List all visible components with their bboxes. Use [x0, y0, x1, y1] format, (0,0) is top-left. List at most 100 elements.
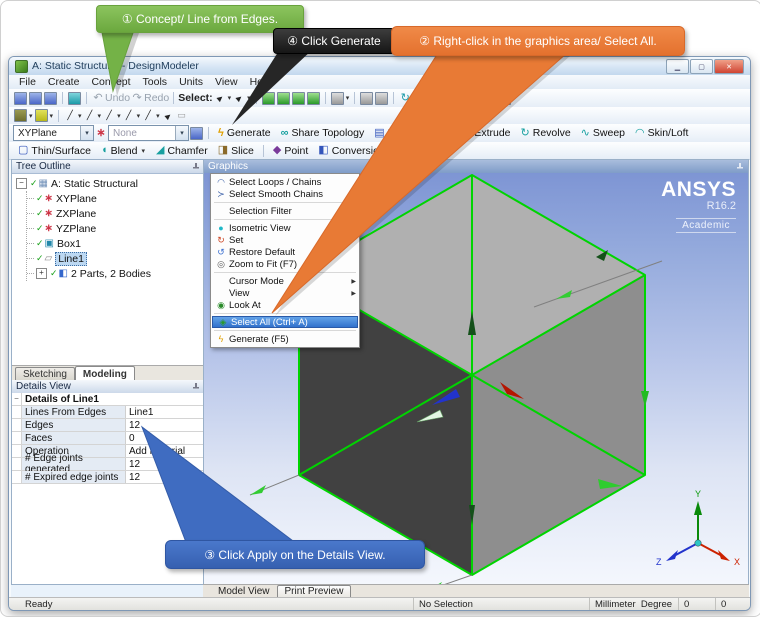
save-as-icon[interactable]	[44, 92, 57, 105]
zoom-in-icon[interactable]: ⊕	[426, 91, 440, 105]
context-menu-item-generate[interactable]: ϟ Generate (F5)	[211, 333, 359, 345]
context-menu-item-look-at[interactable]: ◉ Look At	[211, 299, 359, 311]
box-zoom-icon[interactable]: ◎	[454, 91, 468, 105]
share-topology-button[interactable]: ∞ Share Topology	[276, 125, 370, 141]
image-capture-icon[interactable]	[68, 92, 81, 105]
edge-type1-caret-icon[interactable]: ▾	[78, 112, 82, 120]
details-row-expired-edge-joints[interactable]: # Expired edge joints 12	[12, 471, 204, 484]
undo-button[interactable]: Undo	[105, 92, 130, 104]
edge-type3-pencil-icon[interactable]: ╱	[102, 109, 116, 123]
conversion-button[interactable]: ◧ Conversion	[313, 143, 390, 159]
new-sketch-icon[interactable]	[14, 92, 27, 105]
tab-sketching[interactable]: Sketching	[15, 367, 75, 381]
close-button[interactable]: ✕	[714, 59, 744, 74]
context-menu-item-isometric-view[interactable]: ● Isometric View	[211, 222, 359, 234]
context-menu-item-cursor-mode[interactable]: Cursor Mode ▶	[211, 275, 359, 287]
menu-file[interactable]: File	[13, 76, 42, 88]
tree-item-zxplane[interactable]: ✓ ∗ ZXPlane	[27, 206, 204, 221]
edge-type4-pencil-icon[interactable]: ╱	[122, 109, 136, 123]
menu-concept[interactable]: Concept	[85, 76, 136, 88]
details-row-lines-from-edges[interactable]: Lines From Edges Line1	[12, 406, 204, 419]
context-menu-item-select-loops[interactable]: ◠ Select Loops / Chains	[211, 176, 359, 188]
select-cursor-icon[interactable]: ►	[229, 88, 249, 108]
slice-button[interactable]: ◨ Slice	[213, 143, 259, 159]
context-menu-item-select-smooth[interactable]: ≻ Select Smooth Chains	[211, 188, 359, 200]
generate-button[interactable]: ϟ Generate	[213, 125, 276, 141]
pin-icon[interactable]	[192, 383, 200, 391]
thin-surface-button[interactable]: ▢ Thin/Surface	[13, 143, 96, 159]
edge-type2-caret-icon[interactable]: ▾	[98, 112, 102, 120]
tree-item-parts-bodies[interactable]: + ✓ ◧ 2 Parts, 2 Bodies	[27, 266, 204, 281]
edge-type1-pencil-icon[interactable]: ╱	[63, 109, 77, 123]
save-icon[interactable]	[29, 92, 42, 105]
tree-item-box1[interactable]: ✓ ▣ Box1	[27, 236, 204, 251]
title-bar[interactable]: A: Static Structural - DesignModeler ▁ ▢…	[9, 57, 750, 75]
pin-icon[interactable]	[192, 163, 200, 171]
revolve-button[interactable]: ↻ Revolve	[516, 125, 576, 141]
edge-type5-pencil-icon[interactable]: ╱	[141, 109, 155, 123]
minimize-button[interactable]: ▁	[666, 59, 689, 74]
details-group-row[interactable]: − Details of Line1	[12, 393, 204, 406]
tab-model-view[interactable]: Model View	[211, 586, 277, 598]
face-coloring-icon[interactable]	[35, 109, 48, 122]
context-menu-item-set[interactable]: ↻ Set	[211, 234, 359, 246]
tree-item-yzplane[interactable]: ✓ ∗ YZPlane	[27, 221, 204, 236]
menu-units[interactable]: Units	[173, 76, 209, 88]
edge-type3-caret-icon[interactable]: ▾	[117, 112, 121, 120]
blend-button[interactable]: ◖ Blend ▾	[96, 143, 151, 159]
details-row-edge-joints-generated[interactable]: # Edge joints generated 12	[12, 458, 204, 471]
context-menu-item-restore-default[interactable]: ↺ Restore Default	[211, 246, 359, 258]
rotate-icon[interactable]: ↻	[398, 91, 412, 105]
adjacency-caret-icon[interactable]: ▾	[346, 94, 350, 102]
graphics-viewport[interactable]: Y X Z ANSYS R16.2 Academic ◠ Select Loop…	[204, 173, 748, 584]
face-coloring-caret-icon[interactable]: ▾	[50, 112, 54, 120]
chamfer-button[interactable]: ◢ Chamfer	[151, 143, 213, 159]
adjacency-filter-icon[interactable]	[331, 92, 344, 105]
tab-modeling[interactable]: Modeling	[75, 366, 135, 381]
sketch-select[interactable]: None ▾	[108, 125, 189, 141]
menu-view[interactable]: View	[209, 76, 244, 88]
plane-select[interactable]: XYPlane ▾	[13, 125, 94, 141]
edge-filter-icon[interactable]	[277, 92, 290, 105]
tree-item-static-structural[interactable]: − ✓ ▦ A: Static Structural	[16, 176, 204, 191]
pin-icon[interactable]	[736, 163, 744, 171]
collapse-icon[interactable]: −	[16, 178, 27, 189]
context-menu-item-select-all[interactable]: ◈ Select All (Ctrl+ A)	[212, 316, 358, 328]
new-sketch-button-icon[interactable]	[190, 127, 203, 140]
select-mode-cursor-icon[interactable]: ►	[210, 88, 230, 108]
pan-icon[interactable]: ⊕	[412, 91, 426, 105]
body-filter-icon[interactable]	[307, 92, 320, 105]
tree-item-xyplane[interactable]: ✓ ∗ XYPlane	[27, 191, 204, 206]
edge-type2-pencil-icon[interactable]: ╱	[83, 109, 97, 123]
details-collapse-icon[interactable]: −	[12, 393, 22, 405]
sweep-button[interactable]: ∿ Sweep	[576, 125, 630, 141]
details-row-edges[interactable]: Edges 12	[12, 419, 204, 432]
expand-icon[interactable]: +	[36, 268, 47, 279]
undo-icon[interactable]: ↶	[91, 91, 105, 105]
extend-limits-icon[interactable]	[375, 92, 388, 105]
vertex-filter-icon[interactable]	[262, 92, 275, 105]
sketch-select-caret-icon[interactable]: ▾	[175, 126, 188, 140]
extrude-button[interactable]: ▧ Extrude	[456, 125, 516, 141]
edge-coloring-icon[interactable]	[14, 109, 27, 122]
point-button[interactable]: ◆ Point	[268, 143, 313, 159]
magnifier-window-icon[interactable]	[483, 92, 496, 105]
view-iso-icon[interactable]	[498, 92, 511, 105]
tree-item-line1[interactable]: ✓ ▱ Line1	[27, 251, 204, 266]
new-plane-icon[interactable]: ∗	[94, 126, 108, 140]
redo-button[interactable]: Redo	[144, 92, 169, 104]
extend-selection-icon[interactable]	[360, 92, 373, 105]
maximize-button[interactable]: ▢	[690, 59, 713, 74]
edge-coloring-caret-icon[interactable]: ▾	[29, 112, 33, 120]
face-filter-icon[interactable]	[292, 92, 305, 105]
zoom-to-fit-icon[interactable]: ◎	[468, 91, 482, 105]
parameters-button[interactable]: ▤ Parameters	[369, 125, 447, 141]
edge-type4-caret-icon[interactable]: ▾	[137, 112, 141, 120]
coordinate-triad[interactable]: Y X Z	[656, 489, 740, 567]
details-row-faces[interactable]: Faces 0	[12, 432, 204, 445]
plane-select-caret-icon[interactable]: ▾	[80, 126, 93, 140]
menu-help[interactable]: Help	[244, 76, 278, 88]
menu-tools[interactable]: Tools	[137, 76, 174, 88]
zoom-out-icon[interactable]: ⊖	[440, 91, 454, 105]
redo-icon[interactable]: ↷	[130, 91, 144, 105]
